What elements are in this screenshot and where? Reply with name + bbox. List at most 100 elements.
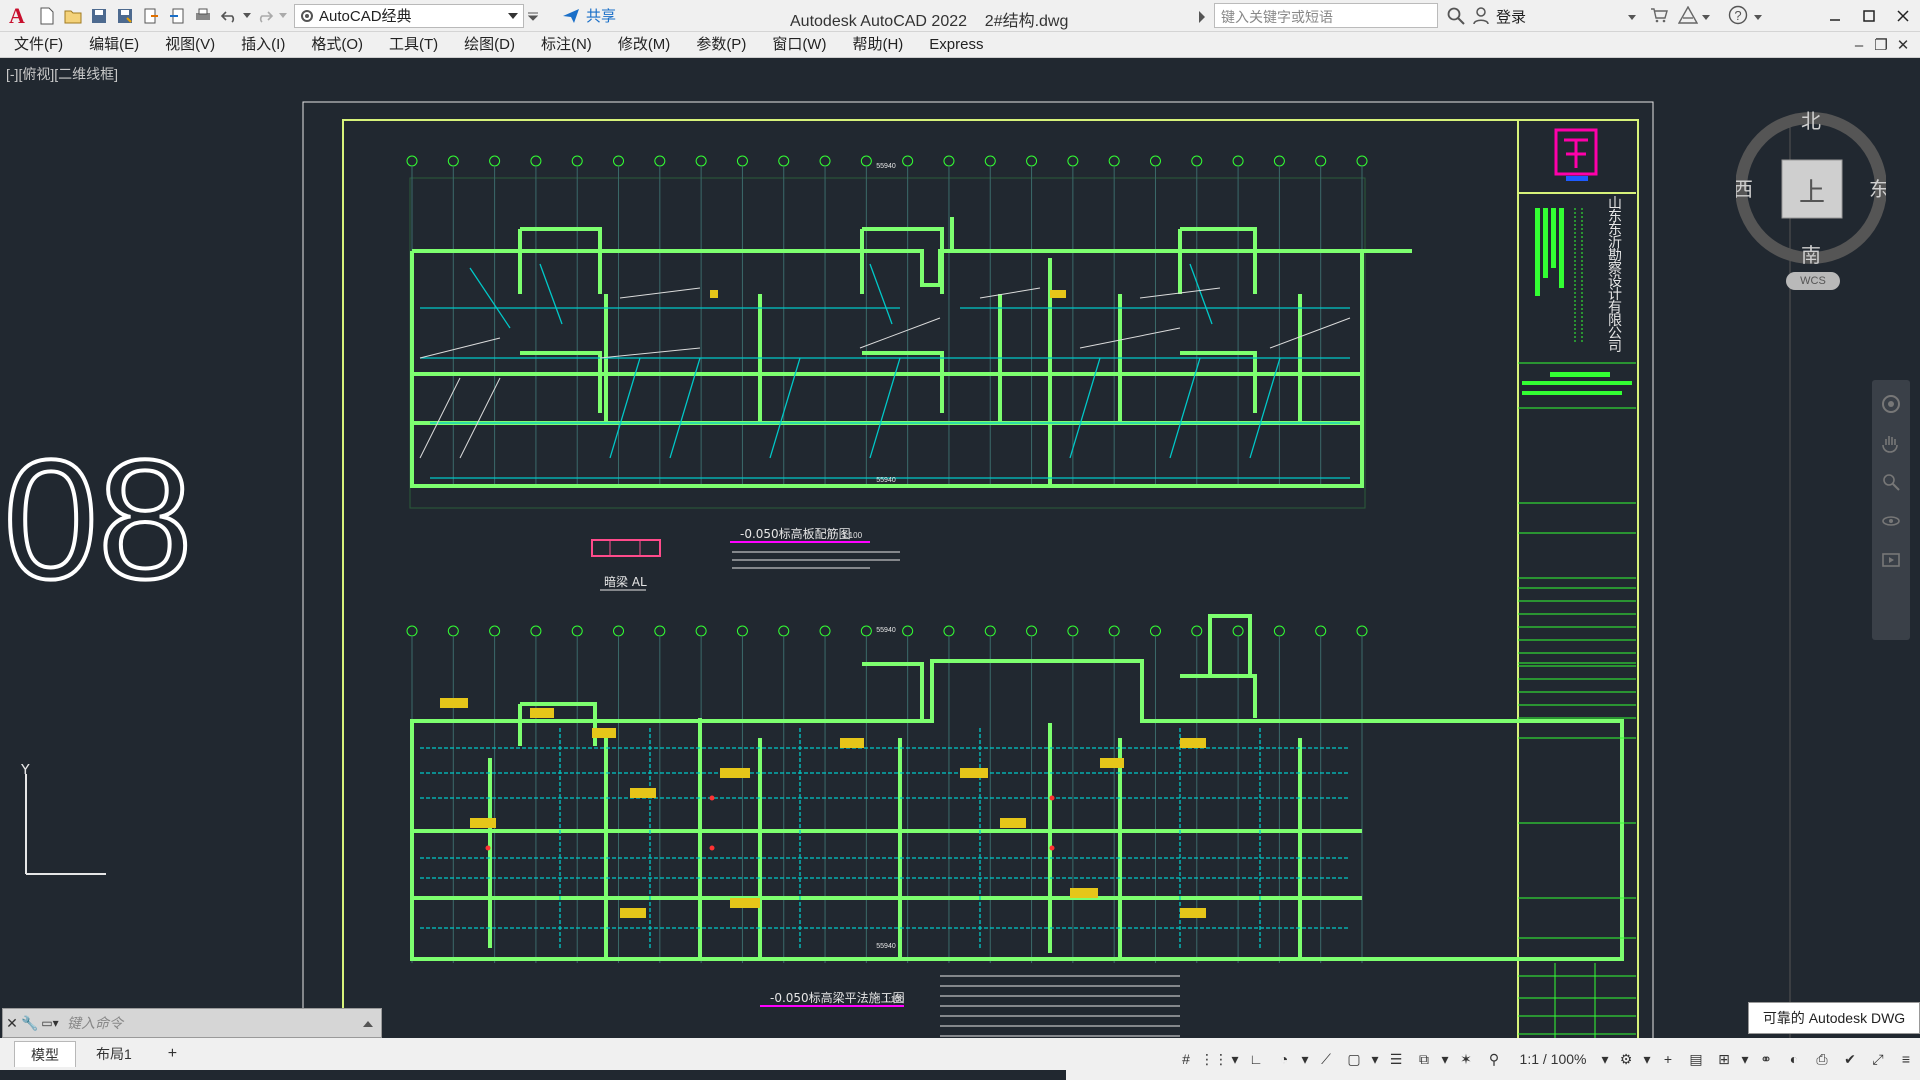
- menu-insert[interactable]: 插入(I): [228, 32, 298, 58]
- chevron-right-icon[interactable]: [1198, 10, 1206, 26]
- compass-north[interactable]: 北: [1801, 109, 1821, 133]
- help-dropdown-icon[interactable]: [1754, 8, 1763, 24]
- wrench-icon[interactable]: 🔧: [21, 1015, 39, 1032]
- a360-dropdown-icon[interactable]: [1702, 8, 1711, 24]
- login-dropdown-icon[interactable]: [1628, 8, 1637, 24]
- compass-south[interactable]: 南: [1801, 243, 1821, 267]
- ortho-icon[interactable]: ∟: [1242, 1044, 1270, 1074]
- menu-dimension[interactable]: 标注(N): [528, 32, 605, 58]
- annotation-scale[interactable]: 1:1 / 100%: [1508, 1051, 1598, 1067]
- menu-edit[interactable]: 编辑(E): [76, 32, 152, 58]
- menu-window[interactable]: 窗口(W): [759, 32, 839, 58]
- pan-icon[interactable]: [1881, 433, 1910, 456]
- menu-bar: 文件(F) 编辑(E) 视图(V) 插入(I) 格式(O) 工具(T) 绘图(D…: [0, 32, 1920, 58]
- menu-parametric[interactable]: 参数(P): [683, 32, 759, 58]
- polar-icon[interactable]: ◔: [1270, 1044, 1298, 1074]
- undo-dropdown-icon[interactable]: [242, 3, 252, 29]
- lineweight-icon[interactable]: ☰: [1382, 1044, 1410, 1074]
- dwg-trusted-icon[interactable]: ✔: [1836, 1044, 1864, 1074]
- autodesk-a360-icon[interactable]: [1677, 5, 1699, 27]
- maximize-icon[interactable]: [1852, 0, 1886, 32]
- workspace-select[interactable]: AutoCAD经典: [294, 3, 524, 28]
- menu-view[interactable]: 视图(V): [152, 32, 228, 58]
- tab-model[interactable]: 模型: [14, 1041, 76, 1067]
- orbit-icon[interactable]: [1881, 511, 1910, 534]
- menu-tools[interactable]: 工具(T): [376, 32, 451, 58]
- open-file-icon[interactable]: [60, 3, 86, 29]
- workspace-dropdown-icon[interactable]: ▾: [1640, 1044, 1654, 1074]
- doc-restore-icon[interactable]: ❐: [1870, 36, 1892, 54]
- cart-icon[interactable]: [1650, 7, 1668, 26]
- command-input[interactable]: 键入命令: [67, 1013, 123, 1033]
- zoom-extents-icon[interactable]: [1881, 472, 1910, 495]
- ucs-icon: Y: [18, 761, 108, 887]
- auto-scale-icon[interactable]: ⚲: [1480, 1044, 1508, 1074]
- search-input[interactable]: 键入关键字或短语: [1214, 3, 1438, 28]
- menu-express[interactable]: Express: [916, 32, 996, 58]
- command-prompt-icon[interactable]: ▭▾: [39, 1016, 61, 1030]
- menu-modify[interactable]: 修改(M): [605, 32, 684, 58]
- object-snap-icon[interactable]: ▢: [1340, 1044, 1368, 1074]
- units-dropdown-icon[interactable]: ▾: [1738, 1044, 1752, 1074]
- plot-icon[interactable]: ⎙: [1808, 1044, 1836, 1074]
- svg-text:55940: 55940: [876, 627, 896, 634]
- add-layout-icon[interactable]: +: [152, 1041, 193, 1067]
- doc-minimize-icon[interactable]: –: [1848, 37, 1870, 54]
- workspace-switch-icon[interactable]: ⚙: [1612, 1044, 1640, 1074]
- redo-dropdown-icon[interactable]: [278, 3, 288, 29]
- close-icon[interactable]: [1886, 0, 1920, 32]
- clean-screen-icon[interactable]: ⤢: [1864, 1044, 1892, 1074]
- menu-format[interactable]: 格式(O): [298, 32, 376, 58]
- save-icon[interactable]: [86, 3, 112, 29]
- import-icon[interactable]: [164, 3, 190, 29]
- user-icon[interactable]: [1470, 7, 1492, 25]
- steering-wheel-icon[interactable]: [1881, 394, 1910, 417]
- viewcube[interactable]: 上 北 南 东 西: [1733, 88, 1889, 288]
- tab-layout1[interactable]: 布局1: [80, 1041, 148, 1067]
- grid-icon[interactable]: #: [1172, 1044, 1200, 1074]
- crosshair-icon[interactable]: +: [1654, 1044, 1682, 1074]
- print-icon[interactable]: [190, 3, 216, 29]
- viewcube-top-face[interactable]: 上: [1799, 178, 1825, 208]
- drawing-canvas[interactable]: [-][俯视][二维线框] 08 55940 55940 -0.050标高板配筋…: [0, 58, 1920, 1038]
- selection-dropdown-icon[interactable]: ▾: [1438, 1044, 1452, 1074]
- new-file-icon[interactable]: [34, 3, 60, 29]
- wcs-menu[interactable]: WCS: [1786, 272, 1840, 290]
- autocad-app-icon[interactable]: A: [0, 0, 34, 32]
- units-icon[interactable]: ⊞: [1710, 1044, 1738, 1074]
- export-icon[interactable]: [138, 3, 164, 29]
- compass-west[interactable]: 西: [1733, 177, 1753, 201]
- minimize-icon[interactable]: [1818, 0, 1852, 32]
- hardware-acceleration-icon[interactable]: ◐: [1780, 1044, 1808, 1074]
- login-link[interactable]: 登录: [1496, 6, 1526, 27]
- close-command-icon[interactable]: ✕: [3, 1015, 21, 1032]
- menu-help[interactable]: 帮助(H): [839, 32, 916, 58]
- annotation-visibility-icon[interactable]: ✶: [1452, 1044, 1480, 1074]
- osnap-dropdown-icon[interactable]: ▾: [1368, 1044, 1382, 1074]
- snap-icon[interactable]: ⋮⋮: [1200, 1044, 1228, 1074]
- customize-qa-icon[interactable]: [527, 8, 544, 24]
- search-icon[interactable]: [1442, 7, 1470, 25]
- undo-icon[interactable]: [216, 3, 242, 29]
- redo-icon[interactable]: [252, 3, 278, 29]
- help-icon[interactable]: ?: [1728, 5, 1748, 28]
- snap-dropdown-icon[interactable]: ▾: [1228, 1044, 1242, 1074]
- navigation-bar: [1872, 380, 1910, 640]
- compass-east[interactable]: 东: [1869, 177, 1889, 201]
- status-tooltip: 可靠的 Autodesk DWG: [1748, 1002, 1920, 1034]
- command-line[interactable]: ✕ 🔧 ▭▾ 键入命令: [2, 1008, 382, 1038]
- menu-file[interactable]: 文件(F): [0, 32, 76, 58]
- isolate-objects-icon[interactable]: ⚭: [1752, 1044, 1780, 1074]
- command-history-icon[interactable]: [363, 1015, 373, 1031]
- menu-draw[interactable]: 绘图(D): [451, 32, 528, 58]
- properties-icon[interactable]: ▤: [1682, 1044, 1710, 1074]
- share-button[interactable]: 共享: [562, 5, 616, 26]
- scale-dropdown-icon[interactable]: ▾: [1598, 1044, 1612, 1074]
- polar-dropdown-icon[interactable]: ▾: [1298, 1044, 1312, 1074]
- save-as-icon[interactable]: [112, 3, 138, 29]
- doc-close-icon[interactable]: ✕: [1892, 36, 1914, 54]
- selection-cycling-icon[interactable]: ⧉: [1410, 1044, 1438, 1074]
- showmotion-icon[interactable]: [1881, 550, 1910, 573]
- isodraft-icon[interactable]: ⟋: [1312, 1044, 1340, 1074]
- customization-icon[interactable]: ≡: [1892, 1044, 1920, 1074]
